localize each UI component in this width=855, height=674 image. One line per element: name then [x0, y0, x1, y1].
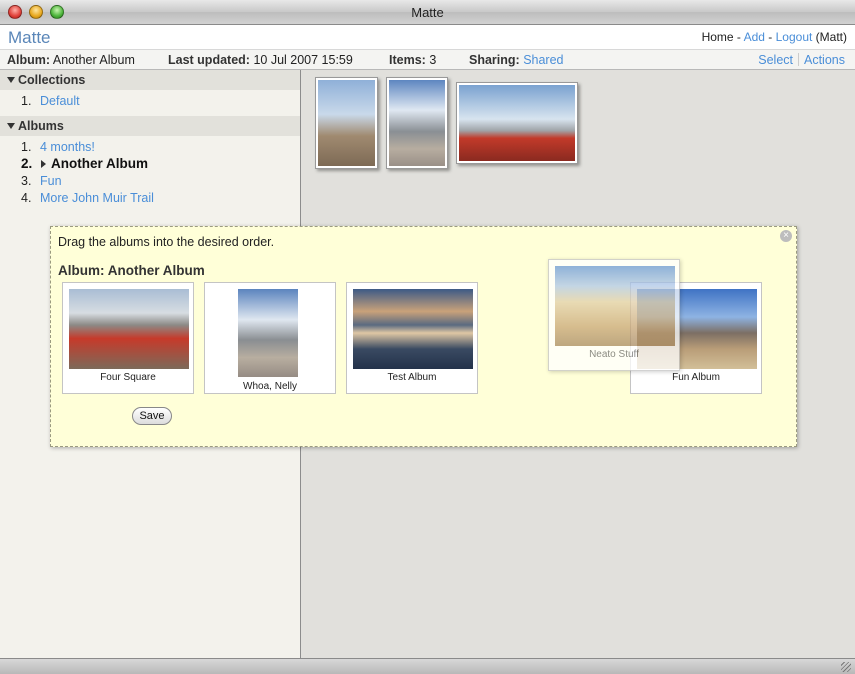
album-link[interactable]: More John Muir Trail [40, 191, 154, 205]
collection-item-default: 1. Default [0, 93, 300, 110]
album-link[interactable]: Fun [40, 174, 62, 188]
save-button[interactable]: Save [132, 407, 172, 425]
albums-header[interactable]: Albums [0, 116, 300, 136]
current-user: (Matt) [812, 30, 847, 44]
collections-list: 1. Default [0, 90, 300, 116]
add-link[interactable]: Add [744, 30, 765, 44]
dead-tree-photo [318, 80, 375, 166]
album-cover-image [238, 289, 298, 377]
close-icon[interactable]: × [780, 230, 792, 242]
album-caption: Neato Stuff [589, 349, 639, 360]
top-nav: Home - Add - Logout (Matt) [702, 30, 847, 44]
album-label: Album: [7, 53, 51, 67]
home-link[interactable]: Home [702, 30, 734, 44]
album-card[interactable]: Test Album [346, 282, 478, 394]
disclosure-triangle-icon [7, 77, 15, 83]
collection-link[interactable]: Default [40, 94, 80, 108]
album-caption: Fun Album [672, 372, 720, 383]
mountain-sky-photo [389, 80, 445, 166]
last-updated-label: Last updated: [168, 53, 250, 67]
dialog-instruction: Drag the albums into the desired order. [58, 235, 275, 249]
album-item: 3. Fun [0, 173, 300, 190]
list-number: 1. [21, 94, 32, 108]
collections-title: Collections [18, 73, 86, 87]
sharing-field: Sharing: Shared [469, 53, 564, 67]
album-item: 4. More John Muir Trail [0, 190, 300, 207]
album-cover-image [353, 289, 473, 369]
list-number: 4. [21, 191, 32, 205]
list-number: 2. [21, 156, 33, 171]
app-header: Matte Home - Add - Logout (Matt) [0, 25, 855, 49]
nav-separator: - [764, 30, 776, 44]
window-title: Matte [411, 5, 444, 20]
hikers-photo [459, 85, 575, 161]
dialog-album-title: Album: Another Album [58, 263, 205, 278]
album-info-bar: Album: Another Album Last updated: 10 Ju… [0, 49, 855, 70]
album-card[interactable]: Four Square [62, 282, 194, 394]
app-brand[interactable]: Matte [8, 28, 51, 48]
album-value: Another Album [52, 53, 135, 67]
photo-thumbnail[interactable] [315, 77, 378, 169]
album-caption: Test Album [387, 372, 437, 383]
window-titlebar: Matte [0, 0, 855, 25]
photo-thumbnail[interactable] [456, 82, 578, 164]
album-card-dragging[interactable]: Neato Stuff [548, 259, 680, 371]
last-updated-value: 10 Jul 2007 15:59 [253, 53, 353, 67]
sharing-label: Sharing: [469, 53, 520, 67]
resize-grip-icon[interactable] [841, 662, 851, 672]
album-cover-image [69, 289, 189, 369]
reorder-albums-dialog: Drag the albums into the desired order. … [50, 226, 797, 447]
last-updated-field: Last updated: 10 Jul 2007 15:59 [168, 53, 353, 67]
sharing-link[interactable]: Shared [523, 53, 563, 67]
items-field: Items: 3 [389, 53, 436, 67]
items-value: 3 [429, 53, 437, 67]
album-item-current: 2. Another Album [0, 156, 300, 173]
select-link[interactable]: Select [758, 53, 793, 67]
album-link[interactable]: 4 months! [40, 140, 95, 154]
items-label: Items: [389, 53, 426, 67]
nav-separator: - [733, 30, 744, 44]
current-album-label: Another Album [51, 156, 148, 171]
album-caption: Four Square [100, 372, 156, 383]
window-bottom-bar [0, 658, 855, 674]
list-number: 1. [21, 140, 32, 154]
albums-list: 1. 4 months! 2. Another Album 3. Fun 4. … [0, 136, 300, 213]
current-arrow-icon [41, 160, 46, 168]
disclosure-triangle-icon [7, 123, 15, 129]
collections-header[interactable]: Collections [0, 70, 300, 90]
album-item: 1. 4 months! [0, 139, 300, 156]
actions-link[interactable]: Actions [804, 53, 845, 67]
action-links: Select Actions [758, 53, 845, 67]
logout-link[interactable]: Logout [776, 30, 813, 44]
photo-thumbnail[interactable] [386, 77, 448, 169]
album-field: Album: Another Album [7, 53, 135, 67]
album-cover-image [555, 266, 675, 346]
albums-title: Albums [18, 119, 64, 133]
album-caption: Whoa, Nelly [243, 381, 297, 392]
album-card[interactable]: Whoa, Nelly [204, 282, 336, 394]
divider [798, 53, 799, 66]
list-number: 3. [21, 174, 32, 188]
